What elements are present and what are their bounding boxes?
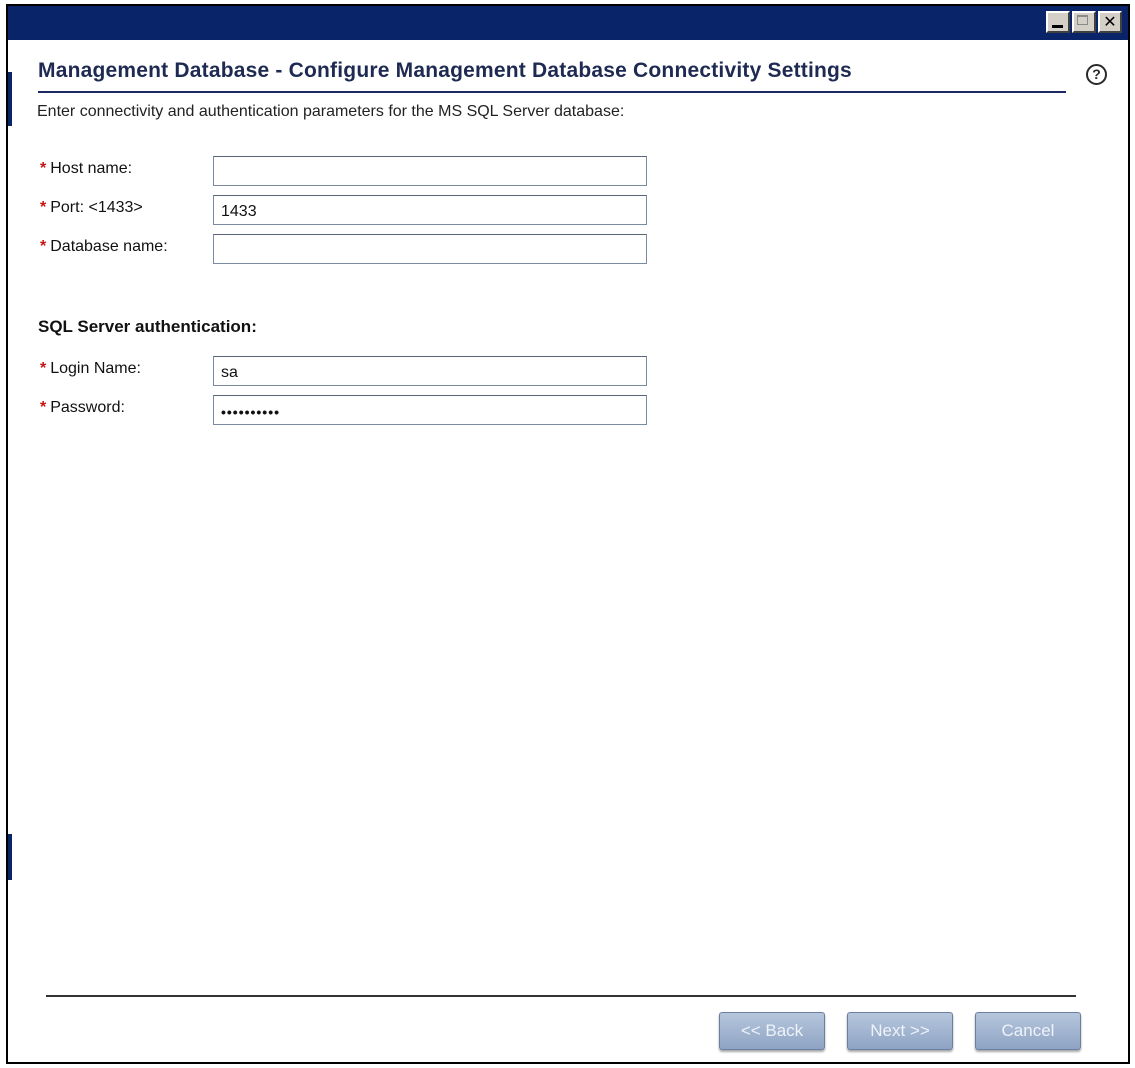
required-asterisk-icon: *: [40, 238, 47, 255]
password-input[interactable]: [213, 395, 647, 425]
database-name-label: * Database name:: [40, 238, 168, 256]
back-button[interactable]: << Back: [719, 1012, 825, 1050]
host-name-input[interactable]: [213, 156, 647, 186]
close-button[interactable]: ✕: [1098, 11, 1122, 33]
cancel-button[interactable]: Cancel: [975, 1012, 1081, 1050]
port-label-text: Port: <1433>: [50, 199, 143, 216]
instructions-text: Enter connectivity and authentication pa…: [37, 103, 625, 120]
required-asterisk-icon: *: [40, 199, 47, 216]
port-input[interactable]: [213, 195, 647, 225]
footer-divider: [46, 995, 1076, 997]
password-label-text: Password:: [50, 399, 125, 416]
maximize-button[interactable]: [1072, 11, 1096, 33]
login-name-label-text: Login Name:: [50, 360, 141, 377]
login-name-input[interactable]: [213, 356, 647, 386]
host-name-label: * Host name:: [40, 160, 132, 178]
title-bar[interactable]: ✕: [8, 6, 1128, 40]
minimize-button[interactable]: [1046, 11, 1070, 33]
page-header: Management Database - Configure Manageme…: [38, 57, 1066, 93]
password-label: * Password:: [40, 399, 125, 417]
required-asterisk-icon: *: [40, 160, 47, 177]
maximize-icon: [1074, 13, 1094, 31]
page-title: Management Database - Configure Manageme…: [38, 59, 852, 82]
database-name-label-text: Database name:: [50, 238, 168, 255]
required-asterisk-icon: *: [40, 360, 47, 377]
port-label: * Port: <1433>: [40, 199, 143, 217]
required-asterisk-icon: *: [40, 399, 47, 416]
left-accent-bar: [8, 834, 12, 880]
minimize-icon: [1048, 13, 1068, 31]
left-accent-bar: [8, 72, 12, 126]
sql-auth-heading: SQL Server authentication:: [38, 317, 257, 336]
window-controls: ✕: [1046, 11, 1122, 33]
login-name-label: * Login Name:: [40, 360, 141, 378]
help-icon[interactable]: ?: [1086, 64, 1107, 85]
close-icon: ✕: [1103, 12, 1117, 31]
host-name-label-text: Host name:: [50, 160, 133, 177]
next-button[interactable]: Next >>: [847, 1012, 953, 1050]
database-name-input[interactable]: [213, 234, 647, 264]
